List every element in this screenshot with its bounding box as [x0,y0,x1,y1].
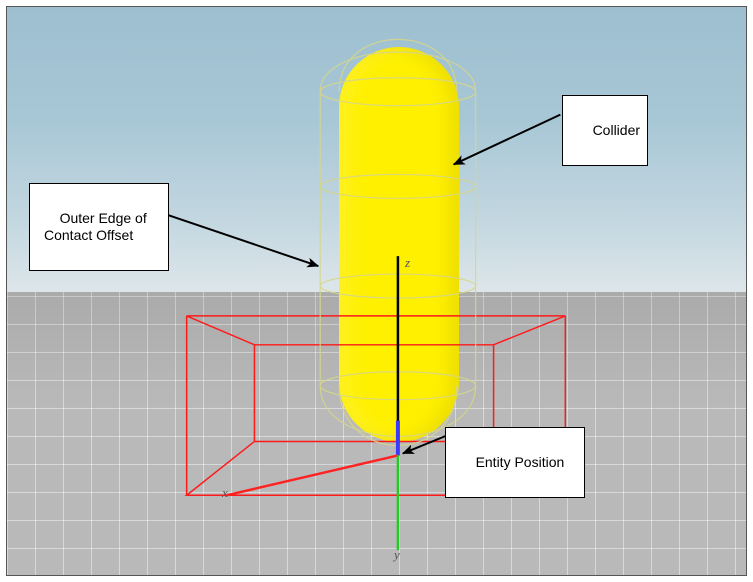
label-contact-offset-text: Outer Edge of Contact Offset [44,210,147,244]
label-collider-text: Collider [593,122,640,138]
axis-label-y: y [394,547,400,563]
axis-label-x: x [222,485,228,501]
axis-label-z: z [405,255,410,271]
label-entity-position: Entity Position [445,427,585,498]
diagram-frame: x y z Collider Outer Edge of Contact Off… [6,6,747,576]
label-contact-offset: Outer Edge of Contact Offset [29,183,169,271]
label-collider: Collider [562,95,648,166]
capsule-collider [339,47,459,442]
label-entity-position-text: Entity Position [476,454,565,470]
